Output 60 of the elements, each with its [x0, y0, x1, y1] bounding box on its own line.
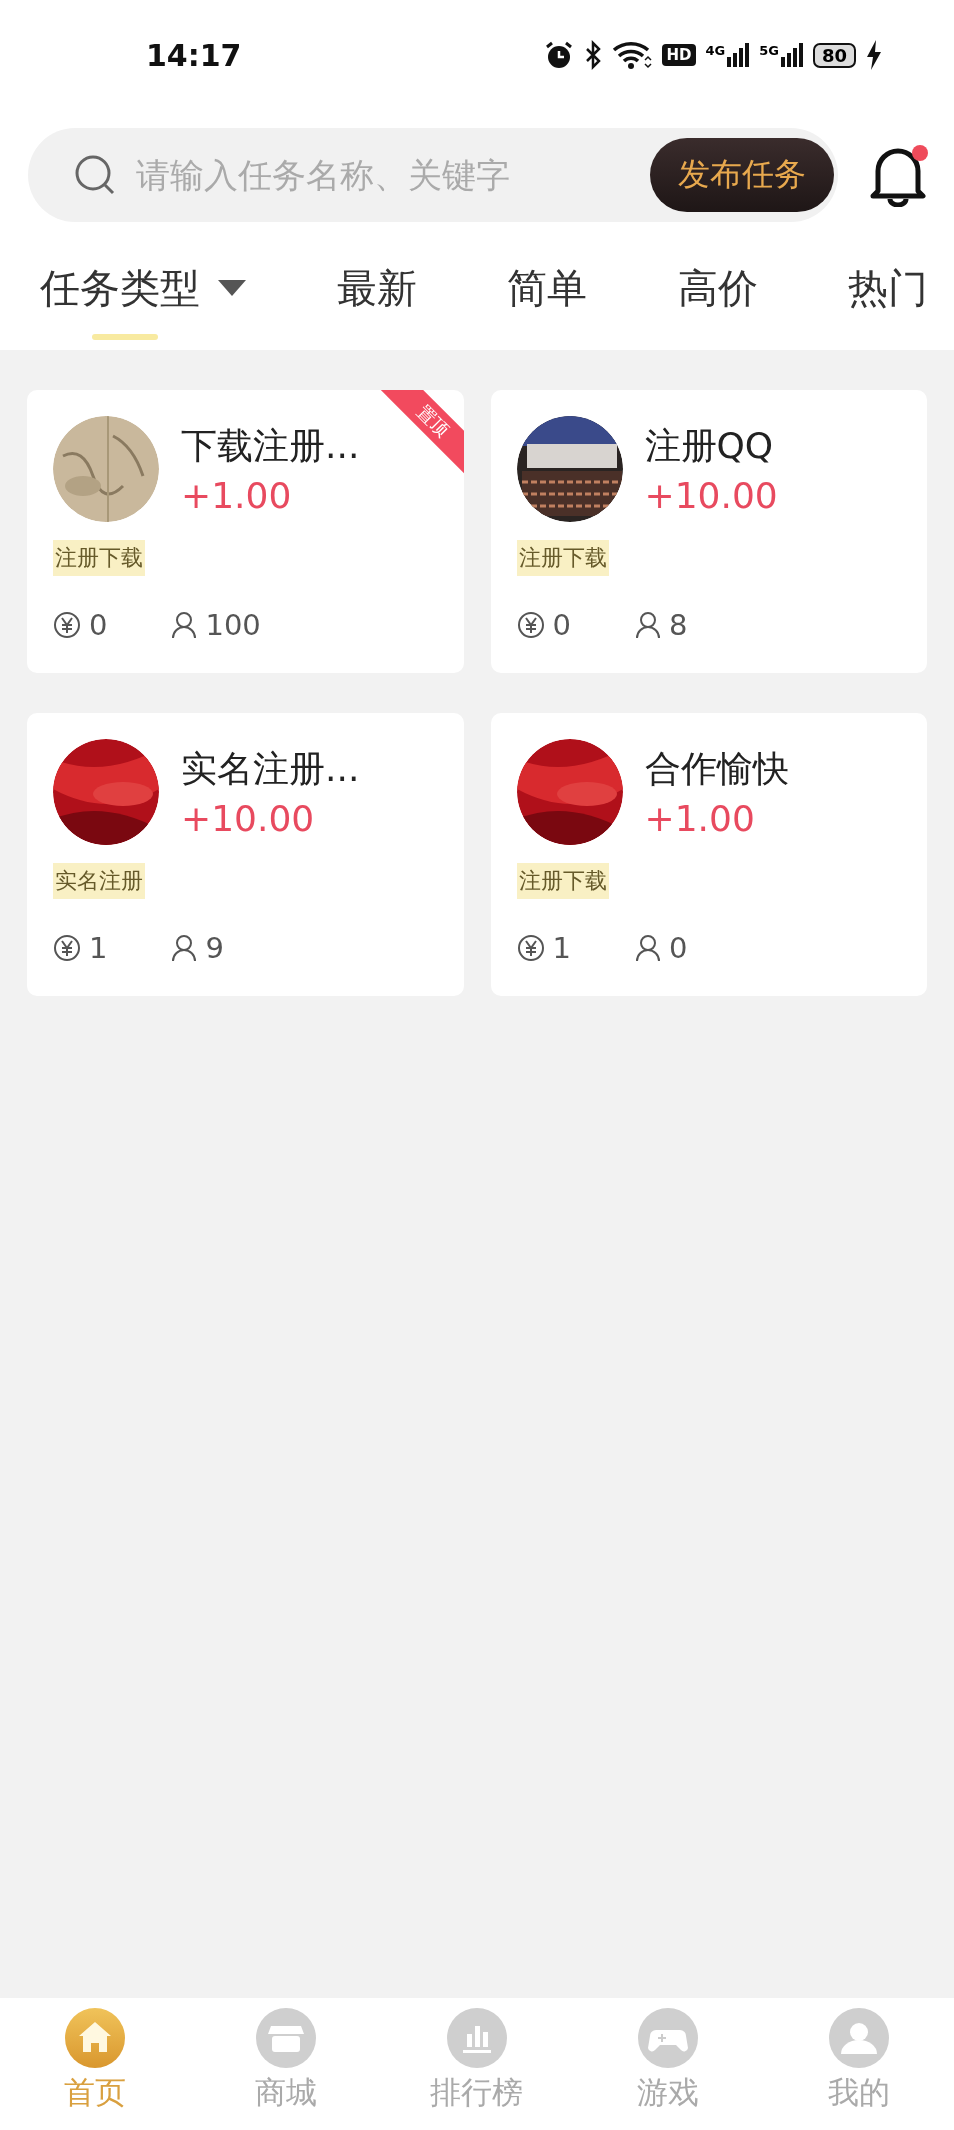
search-field[interactable]: 请输入任务名称、关键字 发布任务 [28, 128, 838, 222]
filter-tab[interactable]: 高价 [677, 250, 758, 340]
hd-voice-badge: HD [662, 44, 696, 66]
participant-count: 0 [668, 931, 688, 965]
participant-count: 8 [668, 608, 688, 642]
task-title: 合作愉快 [644, 747, 789, 791]
person-icon [171, 611, 198, 639]
shop-icon [256, 2008, 317, 2068]
network-type: 4G [705, 43, 726, 58]
yuan-coin-icon [53, 934, 81, 962]
yuan-coin-icon [516, 611, 545, 639]
yuan-coin-icon [516, 934, 545, 962]
reward-amount: +1.00 [644, 798, 756, 839]
category-tag: 实名注册 [53, 863, 145, 899]
filter-tab[interactable]: 任务类型 [40, 250, 246, 340]
signal-icon [780, 43, 803, 67]
deposit-count: 0 [552, 608, 571, 642]
tab-label: 高价 [677, 263, 758, 313]
task-title: 下载注册... [181, 424, 360, 468]
filter-tab[interactable]: 简单 [507, 250, 587, 340]
deposit-count: 0 [89, 608, 108, 642]
task-card[interactable]: 实名注册... +10.00 实名注册 1 9 [27, 713, 464, 996]
filter-tab[interactable]: 热门 [848, 250, 928, 340]
tab-label: 任务类型 [40, 263, 200, 313]
battery-level: 80 [812, 42, 856, 68]
home-icon [65, 2008, 126, 2068]
reward-amount: +10.00 [644, 475, 778, 516]
person-icon [634, 611, 661, 639]
yuan-coin-icon [53, 611, 81, 639]
person-icon [634, 934, 661, 962]
task-card[interactable]: 下载注册... +1.00 注册下载 0 100 置顶 [27, 390, 464, 673]
alarm-icon [544, 40, 575, 70]
search-icon [74, 154, 116, 196]
user-icon [828, 2008, 889, 2068]
clock-time: 14:17 [146, 37, 243, 73]
participant-count: 9 [205, 931, 224, 965]
network-type: 5G [759, 43, 779, 58]
wifi-icon [612, 40, 653, 70]
deposit-count: 1 [89, 931, 108, 965]
gamepad-icon [637, 2008, 698, 2068]
person-icon [171, 934, 198, 962]
reward-amount: +10.00 [181, 798, 316, 839]
tab-label: 简单 [507, 263, 587, 313]
category-tag: 注册下载 [516, 540, 609, 576]
tab-label: 最新 [336, 263, 417, 313]
deposit-count: 1 [552, 931, 571, 965]
bar-chart-icon [447, 2008, 507, 2068]
bluetooth-icon [584, 40, 603, 70]
filter-tab[interactable]: 最新 [336, 250, 417, 340]
task-title: 注册QQ [644, 424, 775, 468]
publish-task-button[interactable]: 发布任务 [650, 138, 834, 212]
category-tag: 注册下载 [516, 863, 609, 899]
category-tag: 注册下载 [53, 540, 145, 576]
participant-count: 100 [205, 608, 261, 642]
task-title: 实名注册... [181, 747, 360, 791]
task-card[interactable]: 注册QQ +10.00 注册下载 0 8 [490, 390, 927, 673]
signal-icon [727, 43, 750, 67]
reward-amount: +1.00 [181, 475, 293, 516]
task-card[interactable]: 合作愉快 +1.00 注册下载 1 0 [490, 713, 927, 996]
tab-label: 热门 [848, 263, 928, 313]
